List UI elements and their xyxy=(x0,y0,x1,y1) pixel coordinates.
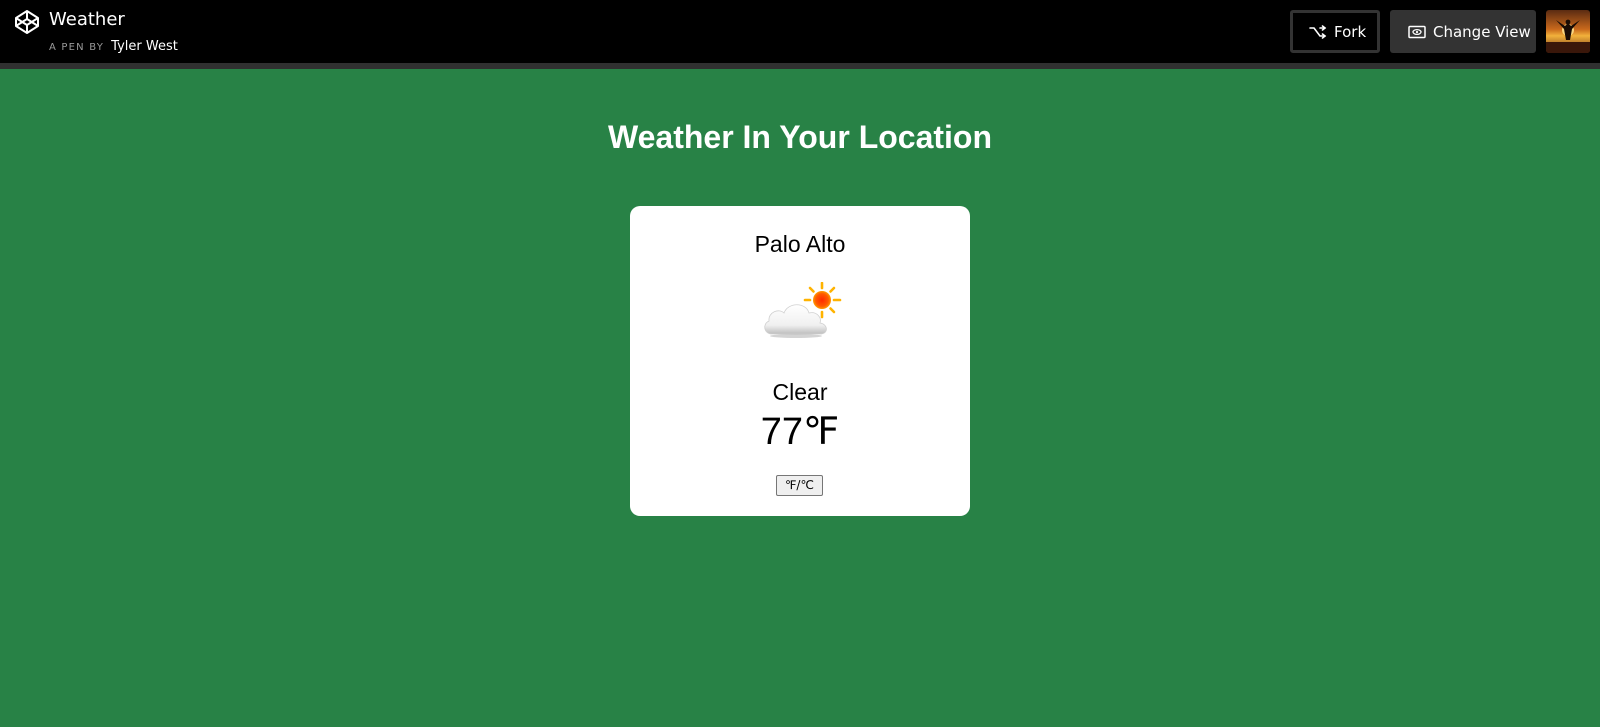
city-name: Palo Alto xyxy=(754,231,846,257)
fork-icon xyxy=(1309,24,1327,39)
byline-prefix: A PEN BY xyxy=(49,42,105,53)
unit-toggle-button[interactable]: ℉/℃ xyxy=(776,475,823,496)
partly-cloudy-icon xyxy=(764,282,842,338)
avatar-image xyxy=(1546,19,1590,53)
eye-icon xyxy=(1408,25,1426,38)
pen-title: Weather xyxy=(49,9,125,30)
user-avatar[interactable] xyxy=(1546,10,1590,53)
temperature: 77℉ xyxy=(760,411,840,453)
page-title: Weather In Your Location xyxy=(607,119,993,155)
fork-label: Fork xyxy=(1334,22,1367,41)
weather-condition: Clear xyxy=(772,379,828,405)
change-view-button[interactable]: Change View xyxy=(1390,10,1536,53)
pen-byline: A PEN BY Tyler West xyxy=(49,37,178,56)
top-bar: Weather A PEN BY Tyler West Fork Change … xyxy=(0,0,1600,69)
codepen-logo-icon[interactable] xyxy=(14,9,40,35)
change-view-label: Change View xyxy=(1433,22,1531,41)
weather-card: Palo Alto Clear 77℉ ℉/℃ xyxy=(630,206,970,516)
fork-button[interactable]: Fork xyxy=(1290,10,1380,53)
author-link[interactable]: Tyler West xyxy=(111,39,178,54)
